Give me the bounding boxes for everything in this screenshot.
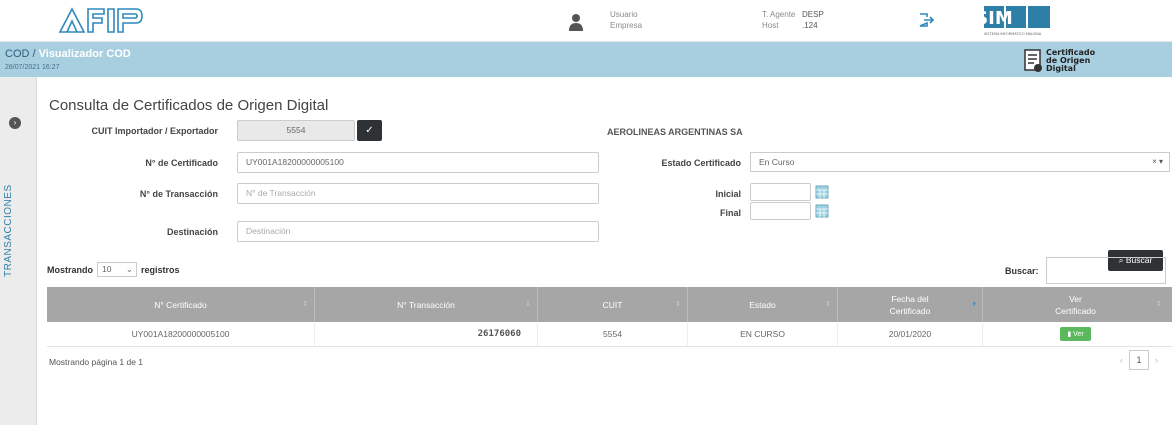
breadcrumb-root[interactable]: COD / [5, 48, 36, 60]
trans-number-input[interactable]: N° de Transacción [237, 183, 599, 204]
pagination: ‹ 1 › [1120, 350, 1158, 370]
agent-label: T. Agente [762, 10, 796, 19]
calendar-icon[interactable] [815, 204, 829, 218]
cell-estado: EN CURSO [688, 322, 838, 346]
host-value: .124 [802, 21, 818, 30]
table-search-input[interactable] [1046, 257, 1166, 284]
sort-icon: ⇕ [675, 301, 681, 308]
inicial-date-input[interactable] [750, 183, 811, 201]
cell-cuit: 5554 [538, 322, 688, 346]
datetime: 28/07/2021 16:27 [5, 64, 60, 71]
breadcrumb-current: Visualizador COD [38, 48, 131, 60]
estado-select[interactable]: En Curso × ▾ [750, 152, 1170, 172]
col-certificado-label: N° Certificado [154, 299, 207, 310]
clear-chevron-icon[interactable]: × ▾ [1152, 153, 1163, 171]
page-size-value: 10 [102, 264, 112, 274]
mostrando-label: Mostrando [47, 264, 93, 275]
col-estado[interactable]: Estado ⇕ [688, 287, 838, 322]
sort-icon: ⇕ [525, 301, 531, 308]
pagination-info: Mostrando página 1 de 1 [49, 357, 144, 367]
cert-logo-line3: Digital [1046, 64, 1076, 73]
breadcrumb-bar: COD / Visualizador COD 28/07/2021 16:27 … [0, 42, 1172, 77]
expand-arrow-icon[interactable]: › [9, 117, 21, 129]
cert-number-label: N° de Certificado [145, 158, 218, 168]
results-table: N° Certificado ⇕ N° Transacción ⇕ CUIT ⇕ Es… [47, 287, 1172, 347]
cell-certificado: UY001A18200000005100 [47, 322, 315, 346]
cell-fecha: 20/01/2020 [838, 322, 983, 346]
cert-number-input[interactable]: UY001A18200000005100 [237, 152, 599, 173]
inicial-label: Inicial [715, 189, 741, 199]
breadcrumb: COD / Visualizador COD [5, 48, 131, 60]
ver-label: Ver [1073, 331, 1084, 338]
page-size-select[interactable]: 10 ⌄ [97, 262, 137, 277]
sim-subtitle: SISTEMA INFORMÁTICO MALVINA [984, 31, 1042, 36]
col-fecha-label: Fecha del Certificado [889, 293, 931, 316]
next-page-button[interactable]: › [1155, 355, 1158, 365]
col-cuit[interactable]: CUIT ⇕ [538, 287, 688, 322]
destinacion-input[interactable]: Destinación [237, 221, 599, 242]
col-estado-label: Estado [749, 299, 776, 310]
sort-desc-icon: ▾ [972, 301, 976, 308]
ver-certificado-button[interactable]: ▮ Ver [1060, 327, 1091, 341]
chevron-down-icon: ⌄ [125, 264, 133, 274]
sort-icon: ⇕ [302, 301, 308, 308]
page-1-button[interactable]: 1 [1129, 350, 1149, 370]
prev-page-button[interactable]: ‹ [1120, 355, 1123, 365]
sim-logo[interactable]: SIM SISTEMA INFORMÁTICO MALVINA [982, 4, 1092, 38]
destinacion-label: Destinación [166, 227, 218, 237]
page-title: Consulta de Certificados de Origen Digit… [49, 97, 329, 114]
side-rail: › TRANSACCIONES [0, 77, 37, 425]
top-header: Usuario Empresa T. Agente DESP Host .124… [0, 0, 1172, 42]
cuit-label: CUIT Importador / Exportador [91, 126, 218, 136]
table-row[interactable]: UY001A18200000005100 26176060 5554 EN CU… [47, 322, 1172, 347]
user-label: Usuario [610, 10, 638, 19]
cell-transaccion: 26176060 [315, 322, 538, 346]
check-icon: ✓ [365, 125, 374, 136]
document-icon: ▮ [1067, 331, 1072, 338]
col-certificado[interactable]: N° Certificado ⇕ [47, 287, 315, 322]
logout-icon[interactable] [918, 12, 934, 28]
registros-label: registros [141, 264, 180, 275]
sim-letter-s: SIM [982, 8, 1013, 29]
cert-origin-logo: Certificado de Origen Digital [1024, 48, 1096, 73]
host-label: Host [762, 21, 779, 30]
final-label: Final [719, 208, 741, 218]
calendar-icon[interactable] [815, 185, 829, 199]
col-fecha[interactable]: Fecha del Certificado ▾ [838, 287, 983, 322]
page-size-control: Mostrando 10 ⌄ registros [47, 262, 180, 277]
afip-logo[interactable] [58, 5, 152, 35]
col-ver[interactable]: Ver Certificado ⇕ [983, 287, 1168, 322]
company-name: AEROLINEAS ARGENTINAS SA [607, 127, 743, 137]
sort-icon: ⇕ [1156, 301, 1162, 308]
user-icon [569, 14, 583, 31]
estado-label: Estado Certificado [661, 158, 741, 168]
estado-value: En Curso [759, 157, 795, 167]
col-ver-label: Ver Certificado [1055, 293, 1096, 316]
table-header: N° Certificado ⇕ N° Transacción ⇕ CUIT ⇕ Es… [47, 287, 1172, 322]
cuit-field[interactable]: 5554 [237, 120, 355, 141]
table-search-label: Buscar: [1005, 266, 1039, 276]
col-transaccion[interactable]: N° Transacción ⇕ [315, 287, 538, 322]
agent-value: DESP [802, 10, 824, 19]
cell-ver: ▮ Ver [983, 322, 1168, 346]
company-label: Empresa [610, 21, 643, 30]
sort-icon: ⇕ [825, 301, 831, 308]
sidebar-transacciones[interactable]: TRANSACCIONES [3, 137, 14, 277]
check-cuit-button[interactable]: ✓ [357, 120, 382, 141]
col-transaccion-label: N° Transacción [397, 299, 455, 310]
trans-number-label: N° de Transacción [139, 189, 218, 199]
col-cuit-label: CUIT [602, 299, 623, 310]
final-date-input[interactable] [750, 202, 811, 220]
